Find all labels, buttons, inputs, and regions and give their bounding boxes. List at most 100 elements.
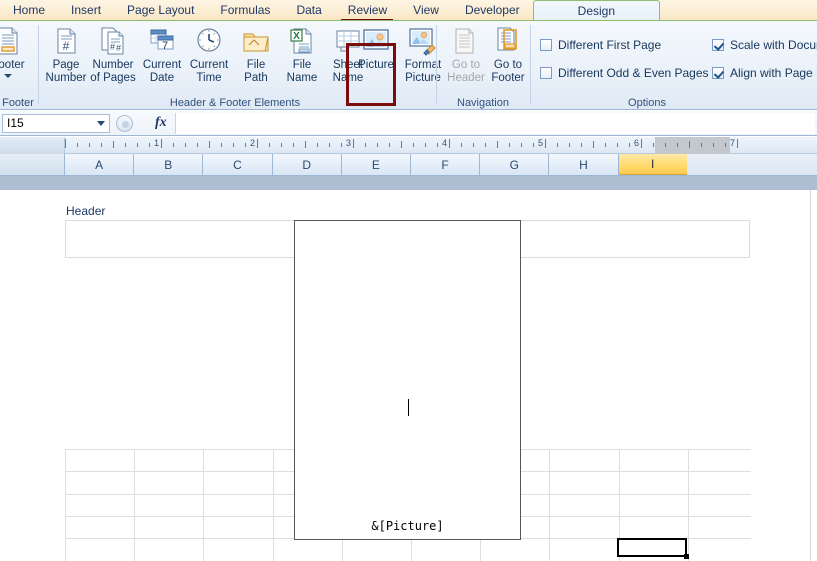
page-number-button[interactable]: # Page Number: [40, 25, 92, 85]
tab-data[interactable]: Data: [283, 0, 334, 21]
column-header-d[interactable]: D: [272, 154, 342, 175]
ruler-tick: [77, 143, 78, 147]
option-align-with-page-margins[interactable]: Align with Page M: [712, 66, 817, 80]
column-header-c[interactable]: C: [203, 154, 273, 175]
tab-review[interactable]: Review: [335, 0, 400, 21]
chevron-down-icon[interactable]: [4, 74, 12, 78]
number-of-pages-icon: # #: [97, 25, 129, 57]
excel-window: Home Insert Page Layout Formulas Data Re…: [0, 0, 817, 561]
ruler-tick: [509, 143, 510, 147]
tab-view[interactable]: View: [400, 0, 452, 21]
ruler-tick: [641, 139, 642, 148]
different-odd-even-pages-checkbox[interactable]: [540, 67, 552, 79]
insert-function-icon[interactable]: fx: [155, 115, 167, 131]
ruler-tick: [569, 143, 570, 147]
current-time-label: Current Time: [189, 59, 229, 84]
ruler-tick: [353, 139, 354, 148]
footer-icon: [0, 25, 24, 57]
ribbon-group-navigation-title: Navigation: [457, 97, 509, 109]
ruler-tick: [545, 139, 546, 148]
page-right-edge: [810, 190, 811, 561]
current-time-button[interactable]: Current Time: [183, 25, 235, 85]
ruler-tick: [593, 141, 594, 148]
svg-text:#: #: [110, 42, 115, 52]
different-first-page-checkbox[interactable]: [540, 39, 552, 51]
svg-text:#: #: [63, 39, 70, 53]
ruler-tick: [653, 143, 654, 147]
ruler-tick: [557, 143, 558, 147]
ruler-tick: [413, 143, 414, 147]
grid-column-line: [687, 449, 689, 561]
option-different-odd-even-pages[interactable]: Different Odd & Even Pages: [540, 66, 709, 80]
column-header-b[interactable]: B: [134, 154, 204, 175]
picture-placeholder-text: &[Picture]: [371, 519, 444, 533]
scale-with-document-checkbox[interactable]: [712, 39, 724, 51]
column-header-h[interactable]: H: [549, 154, 619, 175]
tab-insert[interactable]: Insert: [58, 0, 114, 21]
column-header-i[interactable]: I: [618, 154, 688, 175]
group-separator-1: [38, 25, 39, 105]
go-to-footer-button[interactable]: Go to Footer: [482, 25, 534, 85]
group-separator-2: [436, 25, 437, 105]
option-different-first-page[interactable]: Different First Page: [540, 38, 661, 52]
folder-icon: [240, 25, 272, 57]
formula-input[interactable]: [174, 112, 815, 134]
ruler-tick: [137, 143, 138, 147]
footer-button[interactable]: Footer: [0, 25, 34, 78]
ruler-tick: [437, 143, 438, 147]
tab-page-layout[interactable]: Page Layout: [114, 0, 207, 21]
tab-home[interactable]: Home: [0, 0, 58, 21]
ruler-tick: [197, 143, 198, 147]
ruler-tick: [365, 143, 366, 147]
group-separator-3: [530, 25, 531, 105]
active-cell-i15[interactable]: [617, 538, 689, 559]
ruler-tick: [581, 143, 582, 147]
file-name-button[interactable]: X File Name: [276, 25, 328, 85]
number-of-pages-button[interactable]: # # Number of Pages: [87, 25, 139, 85]
ruler-tick: [173, 143, 174, 147]
file-path-button[interactable]: File Path: [230, 25, 282, 85]
align-with-page-margins-checkbox[interactable]: [712, 67, 724, 79]
name-box-chevron-down-icon[interactable]: [97, 120, 105, 126]
ruler-tick: [677, 143, 678, 147]
column-header-e[interactable]: E: [341, 154, 411, 175]
file-name-label: File Name: [286, 59, 318, 84]
ruler-tick: [89, 143, 90, 147]
tab-design[interactable]: Design: [532, 0, 661, 21]
name-box[interactable]: I15: [2, 113, 110, 133]
align-with-page-margins-label: Align with Page M: [730, 66, 817, 80]
select-all-corner[interactable]: [0, 154, 65, 175]
go-to-footer-label: Go to Footer: [491, 59, 525, 84]
ruler-tick: [125, 143, 126, 147]
ruler-tick: [269, 143, 270, 147]
svg-text:X: X: [293, 31, 300, 42]
ribbon-group-footer: Footer Footer: [0, 21, 40, 110]
ruler-number: 4: [442, 138, 448, 148]
current-date-button[interactable]: 7 Current Date: [136, 25, 188, 85]
option-scale-with-document[interactable]: Scale with Docum: [712, 38, 817, 52]
ruler-tick: [341, 143, 342, 147]
horizontal-ruler: 1 2 3 4 5 6 7: [0, 137, 817, 154]
page-number-icon: #: [50, 25, 82, 57]
ruler-tick: [461, 143, 462, 147]
ruler-tick: [221, 143, 222, 147]
ruler-tick: [401, 141, 402, 148]
column-header-a[interactable]: A: [65, 154, 135, 175]
ruler-tick: [449, 139, 450, 148]
column-header-g[interactable]: G: [480, 154, 550, 175]
picture-placeholder-box[interactable]: &[Picture]: [294, 220, 521, 540]
grid-column-line: [203, 449, 205, 561]
ruler-tick: [389, 143, 390, 147]
tab-formulas[interactable]: Formulas: [207, 0, 283, 21]
text-cursor: [408, 399, 409, 416]
formula-expand-button[interactable]: [116, 114, 133, 132]
ruler-number: 6: [634, 138, 640, 148]
column-header-f[interactable]: F: [411, 154, 481, 175]
ruler-tick: [485, 143, 486, 147]
tab-developer[interactable]: Developer: [452, 0, 533, 21]
ruler-selection-band: [655, 137, 730, 154]
ruler-tick: [101, 143, 102, 147]
header-zone-label: Header: [66, 204, 106, 218]
ruler-tick: [257, 139, 258, 148]
ribbon-group-options-title: Options: [628, 97, 666, 109]
